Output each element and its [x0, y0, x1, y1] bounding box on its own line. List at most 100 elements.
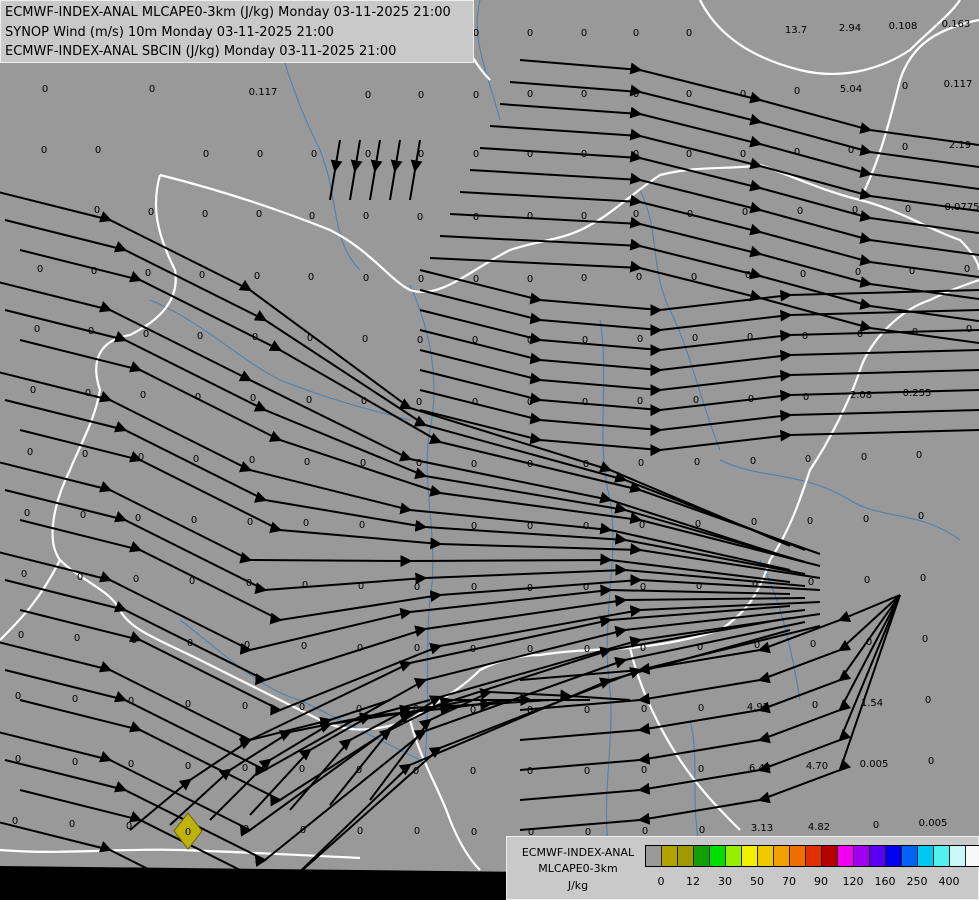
cape-value-label: 0 [742, 207, 748, 218]
cape-value-label: 0 [301, 641, 307, 652]
cape-value-label: 0 [365, 90, 371, 101]
cape-value-label: 0 [187, 638, 193, 649]
cape-value-label: 0 [527, 459, 533, 470]
cape-value-label: 0 [473, 90, 479, 101]
cape-value-label: 0 [42, 84, 48, 95]
cape-value-label: 0 [309, 211, 315, 222]
cape-value-label: 0 [527, 644, 533, 655]
cape-value-label: 0 [41, 145, 47, 156]
legend-swatch [838, 846, 854, 866]
cape-value-label: 0 [472, 397, 478, 408]
cape-value-label: 0 [12, 816, 18, 827]
cape-value-label: 0 [527, 705, 533, 716]
legend-swatch [774, 846, 790, 866]
cape-value-label: 2.19 [949, 140, 971, 151]
cape-value-label: 0 [581, 149, 587, 160]
cape-value-label: 2.08 [850, 390, 872, 401]
cape-value-label: 0 [189, 576, 195, 587]
cape-value-label: 0.117 [249, 87, 278, 98]
cape-value-label: 0 [128, 696, 134, 707]
cape-value-label: 0 [691, 272, 697, 283]
cape-value-label: 0 [750, 456, 756, 467]
cape-value-label: 3.13 [751, 823, 773, 834]
cape-value-label: 0 [805, 454, 811, 465]
cape-value-label: 0 [307, 333, 313, 344]
cape-value-label: 0 [848, 145, 854, 156]
cape-value-label: 0 [794, 86, 800, 97]
cape-value-label: 0 [303, 518, 309, 529]
cape-value-label: 0.163 [942, 19, 971, 30]
legend-swatch [790, 846, 806, 866]
map-canvas[interactable]: 0 0 0.117 0 0 0 0 0 0 0 0 0 0 0 0 0 0 0 0 0 0 13.7 2.94 0.108 0.… [0, 0, 979, 900]
legend-tick-label: 400 [938, 875, 960, 888]
cape-value-label: 0 [138, 452, 144, 463]
cape-value-label: 0 [527, 149, 533, 160]
cape-value-label: 0 [24, 508, 30, 519]
cape-value-label: 0 [95, 145, 101, 156]
cape-value-label: 0 [252, 332, 258, 343]
cape-value-label: 0 [34, 324, 40, 335]
cape-value-label: 0.108 [889, 21, 918, 32]
cape-value-label: 0 [414, 643, 420, 654]
cape-value-label: 0 [909, 266, 915, 277]
cape-value-label: 0 [740, 89, 746, 100]
cape-value-label: 0 [195, 392, 201, 403]
cape-value-label: 0 [185, 761, 191, 772]
cape-value-label: 0 [695, 519, 701, 530]
legend-swatch [918, 846, 934, 866]
cape-value-label: 0 [527, 766, 533, 777]
cape-value-label: 5.04 [840, 84, 862, 95]
cape-value-label: 0 [698, 703, 704, 714]
cape-value-label: 0 [687, 209, 693, 220]
cape-value-label: 0 [471, 459, 477, 470]
cape-value-label: 0 [694, 457, 700, 468]
legend-tick-label: 120 [842, 875, 864, 888]
cape-value-label: 0 [807, 516, 813, 527]
cape-value-label: 0 [242, 763, 248, 774]
cape-value-label: 0 [855, 267, 861, 278]
cape-value-label: 0 [256, 209, 262, 220]
cape-value-label: 0 [308, 272, 314, 283]
cape-value-label: 0 [416, 397, 422, 408]
cape-value-label: 0 [925, 695, 931, 706]
cape-value-label: 0 [754, 640, 760, 651]
cape-value-label: 0 [583, 582, 589, 593]
cape-value-label: 0 [72, 757, 78, 768]
cape-value-label: 0 [693, 395, 699, 406]
cape-value-label: 0 [581, 89, 587, 100]
cape-value-label: 0 [418, 149, 424, 160]
cape-value-label: 0 [244, 640, 250, 651]
cape-value-label: 0 [584, 644, 590, 655]
title-line-cin: ECMWF-INDEX-ANAL SBCIN (J/kg) Monday 03-… [5, 44, 397, 59]
cape-value-label: 0 [918, 511, 924, 522]
cape-value-label: 0 [582, 335, 588, 346]
cape-value-label: 0 [637, 334, 643, 345]
cape-value-label: 0 [254, 271, 260, 282]
cape-value-label: 0 [74, 633, 80, 644]
cape-value-label: 0 [363, 211, 369, 222]
cape-value-label: 0 [415, 520, 421, 531]
cape-value-label: 0 [584, 705, 590, 716]
cape-value-label: 0 [243, 824, 249, 835]
cape-value-label: 0 [417, 335, 423, 346]
cape-value-label: 0 [246, 578, 252, 589]
cape-value-label: 0 [583, 521, 589, 532]
cape-value-label: 0 [257, 149, 263, 160]
legend-swatch [854, 846, 870, 866]
legend-tick-label: 250 [906, 875, 928, 888]
cape-value-label: 0 [639, 520, 645, 531]
cape-value-label: 0 [242, 701, 248, 712]
cape-value-label: 0 [633, 28, 639, 39]
cape-value-label: 0 [247, 517, 253, 528]
cape-value-label: 0 [864, 575, 870, 586]
cape-value-label: 0 [249, 455, 255, 466]
cape-value-label: 0 [473, 274, 479, 285]
cape-value-label: 0 [470, 644, 476, 655]
cape-value-label: 0 [94, 205, 100, 216]
cape-value-label: 4.92 [747, 702, 769, 713]
cape-value-label: 0.0775 [945, 202, 979, 213]
cape-value-label: 0 [30, 385, 36, 396]
legend-swatch [870, 846, 886, 866]
cape-value-label: 0 [471, 521, 477, 532]
cape-value-label: 0 [197, 331, 203, 342]
